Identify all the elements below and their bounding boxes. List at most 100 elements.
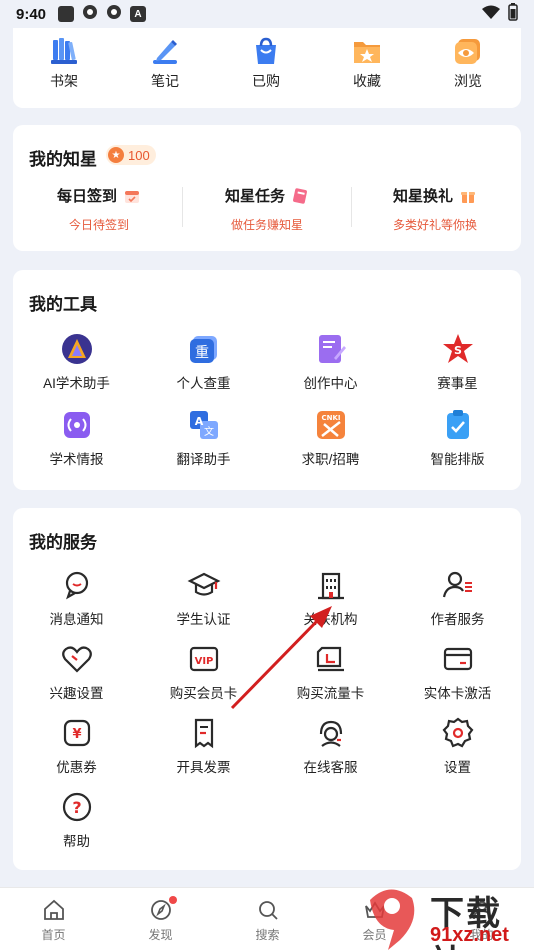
service-student-auth[interactable]: 学生认证 [140,568,267,628]
stars-points-badge[interactable]: ★ 100 [106,145,156,165]
gifts-sub: 多类好礼等你换 [392,218,477,232]
divider [182,187,183,227]
contest-star-icon: S [442,334,473,363]
tool-label: AI学术助手 [43,376,110,391]
gear-icon [442,717,473,748]
duplicate-check-icon: 重 [189,336,217,363]
star-folder-icon [354,42,380,63]
quick-label: 浏览 [454,73,482,89]
service-customer-service[interactable]: 在线客服 [267,716,394,776]
quick-notes[interactable]: 笔记 [120,36,210,91]
tool-translate[interactable]: A文 翻译助手 [140,408,267,468]
academic-intel-icon [63,412,90,438]
service-data-card[interactable]: 购买流量卡 [267,642,394,702]
tool-duplicate-check[interactable]: 重 个人查重 [140,332,267,392]
svg-text:文: 文 [204,425,214,438]
physical-card-icon [443,647,472,671]
tool-label: 个人查重 [176,376,231,391]
nav-search[interactable]: 搜索 [214,898,321,943]
star-gifts[interactable]: 知星换礼 多类好礼等你换 [355,185,515,233]
service-message[interactable]: 消息通知 [13,568,140,628]
watermark-logo-icon [370,889,415,950]
gifts-title: 知星换礼 [392,188,453,205]
tool-smart-layout[interactable]: 智能排版 [394,408,521,468]
my-stars-card: 我的知星 ★ 100 每日签到 今日待签到 知星任务 做任务赚知星 知星换礼 多… [13,125,521,251]
service-label: 购买会员卡 [169,686,238,701]
status-bar: 9:40 A [0,0,534,28]
service-label: 关联机构 [303,612,358,627]
tool-label: 创作中心 [303,376,358,391]
task-book-icon [293,187,307,204]
bookshelf-icon [51,38,77,64]
svg-text:VIP: VIP [194,656,213,667]
service-physical-card[interactable]: 实体卡激活 [394,642,521,702]
wifi-icon [482,5,500,23]
nav-home[interactable]: 首页 [0,898,107,943]
service-author[interactable]: 作者服务 [394,568,521,628]
pen-icon [153,40,177,64]
svg-text:A: A [194,415,203,428]
quick-bookshelf[interactable]: 书架 [19,36,109,91]
nav-label: 搜索 [255,928,280,942]
svg-text:S: S [454,344,462,357]
star-tasks[interactable]: 知星任务 做任务赚知星 [187,185,347,233]
service-help[interactable]: ? 帮助 [13,790,140,850]
my-services-card: 我的服务 消息通知 学生认证 关联机构 作者服务 兴趣设置 VIP 购买会员卡 … [13,508,521,870]
notification-square-icon [58,6,75,22]
service-interest[interactable]: 兴趣设置 [13,642,140,702]
daily-checkin[interactable]: 每日签到 今日待签到 [19,185,179,233]
stars-title: 我的知星 [29,150,97,169]
service-label: 消息通知 [49,612,104,627]
status-time: 9:40 [16,5,47,23]
help-icon: ? [62,792,91,822]
service-institution[interactable]: 关联机构 [267,568,394,628]
service-label: 学生认证 [176,612,231,627]
services-title: 我的服务 [29,533,97,552]
quick-purchased[interactable]: 已购 [221,36,311,91]
service-label: 优惠券 [56,760,97,775]
gear-notification-icon-2 [106,4,122,24]
service-vip-card[interactable]: VIP 购买会员卡 [140,642,267,702]
svg-text:?: ? [72,798,81,817]
watermark-domain: 91xz.net [430,924,509,946]
nav-label: 首页 [41,928,66,942]
eye-icon [455,39,480,64]
invoice-icon [194,718,213,749]
quick-label: 笔记 [151,73,179,89]
service-label: 作者服务 [430,612,485,627]
translate-icon: A文 [189,411,218,439]
quick-label: 已购 [252,73,280,89]
tool-academic-intel[interactable]: 学术情报 [13,408,140,468]
heart-icon [61,646,92,673]
nav-label: 发现 [148,928,173,942]
quick-history[interactable]: 浏览 [423,36,513,91]
svg-text:¥: ¥ [72,727,81,742]
quick-access-card: 书架 笔记 已购 收藏 浏览 [13,28,521,108]
tool-label: 智能排版 [430,452,485,467]
tool-label: 学术情报 [49,452,104,467]
service-label: 帮助 [63,834,90,849]
quick-favorites[interactable]: 收藏 [322,36,412,91]
home-icon [43,899,64,920]
app-a-icon: A [130,6,147,22]
tool-label: 翻译助手 [176,452,231,467]
nav-discover[interactable]: 发现 [107,896,214,943]
tool-create-center[interactable]: 创作中心 [267,332,394,392]
tasks-title: 知星任务 [224,188,285,205]
tool-job[interactable]: CNKI 求职/招聘 [267,408,394,468]
smart-layout-icon [446,410,469,439]
quick-label: 书架 [50,73,78,89]
divider [351,187,352,227]
service-settings[interactable]: 设置 [394,716,521,776]
tool-contest-star[interactable]: S 赛事星 [394,332,521,392]
service-invoice[interactable]: 开具发票 [140,716,267,776]
service-label: 在线客服 [303,760,358,775]
tools-title: 我的工具 [29,295,97,314]
tool-ai-assistant[interactable]: AI学术助手 [13,332,140,392]
ai-assistant-icon [61,334,92,364]
vip-card-icon: VIP [189,646,218,672]
data-card-icon [316,646,344,672]
battery-icon [508,3,518,25]
service-coupon[interactable]: ¥ 优惠券 [13,716,140,776]
graduation-cap-icon [187,572,220,596]
